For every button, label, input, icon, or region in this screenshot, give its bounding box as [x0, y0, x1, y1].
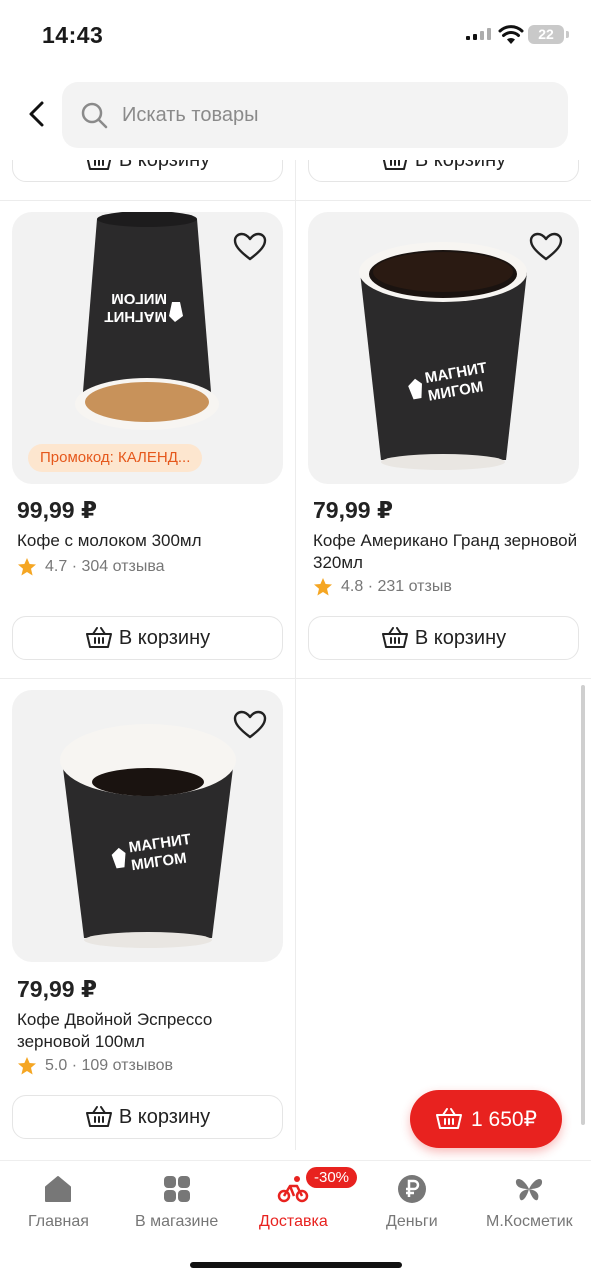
basket-icon [382, 160, 407, 170]
search-input[interactable] [122, 103, 522, 127]
cart-total-button[interactable]: 1 650₽ [410, 1090, 562, 1148]
add-to-cart-label: В корзину [414, 626, 507, 649]
add-to-cart-button[interactable]: В корзину [12, 160, 283, 182]
nav-item-in-store[interactable]: В магазине [135, 1173, 218, 1231]
product-grid: В корзину В корзину МАГНИТ МИГОМ [0, 160, 591, 1160]
basket-icon [381, 627, 408, 648]
add-to-cart-button[interactable]: В корзину [12, 616, 283, 660]
product-rating: 4.8 · 231 отзыв [313, 577, 452, 597]
add-to-cart-button[interactable]: В корзину [12, 1095, 283, 1139]
column-divider [295, 160, 296, 1150]
svg-text:МИГОМ: МИГОМ [111, 290, 167, 307]
nav-label: Доставка [259, 1213, 328, 1230]
rating-value: 4.8 [341, 578, 364, 595]
add-to-cart-label: В корзину [118, 1105, 211, 1128]
scrollbar[interactable] [581, 685, 585, 1125]
basket-icon [436, 1108, 463, 1129]
favorite-heart-icon[interactable] [233, 232, 267, 262]
product-rating: 4.7 · 304 отзыва [17, 557, 165, 577]
nav-item-home[interactable]: Главная [28, 1173, 89, 1231]
status-time: 14:43 [42, 22, 104, 48]
butterfly-icon [516, 1179, 543, 1201]
add-to-cart-button[interactable]: В корзину [308, 160, 579, 182]
nav-label: Главная [28, 1213, 89, 1230]
back-arrow-icon[interactable] [22, 98, 52, 130]
home-indicator [190, 1262, 402, 1268]
review-count: 109 отзывов [81, 1057, 174, 1074]
nav-label: В магазине [135, 1213, 219, 1230]
add-to-cart-button[interactable]: В корзину [308, 616, 579, 660]
nav-item-cosmetics[interactable]: М.Косметик [486, 1173, 573, 1231]
product-price: 79,99 ₽ [17, 976, 97, 1002]
basket-icon [86, 160, 111, 170]
basket-icon [85, 1106, 112, 1127]
svg-text:МАГНИТ: МАГНИТ [104, 308, 167, 325]
add-to-cart-label: В корзину [415, 160, 506, 172]
bike-icon [278, 1176, 309, 1203]
product-name: Кофе Двойной Эспрессо зерновой 100мл [17, 1010, 213, 1051]
product-name: Кофе с молоком 300мл [17, 531, 202, 550]
product-name: Кофе Американо Гранд зерновой 320мл [313, 531, 578, 572]
rating-value: 4.7 [45, 558, 68, 575]
promo-badge: Промокод: КАЛЕНД... [28, 444, 203, 472]
nav-item-money[interactable]: Деньги [386, 1173, 438, 1231]
star-icon [18, 558, 36, 576]
nav-label: Деньги [386, 1213, 438, 1230]
discount-badge: -30% [306, 1167, 358, 1188]
nav-label: М.Косметик [486, 1213, 573, 1230]
ruble-icon [397, 1175, 426, 1203]
product-price: 79,99 ₽ [313, 497, 393, 523]
favorite-heart-icon[interactable] [529, 232, 563, 262]
cart-total-label: 1 650₽ [471, 1107, 537, 1131]
battery-indicator: 22 [528, 25, 569, 44]
add-to-cart-label: В корзину [118, 626, 211, 649]
header [0, 70, 591, 160]
wifi-icon [498, 25, 524, 44]
status-bar: 14:43 22 [0, 0, 591, 70]
home-icon [45, 1176, 72, 1202]
star-icon [18, 1057, 36, 1075]
row-divider [0, 678, 591, 679]
product-rating: 5.0 · 109 отзывов [17, 1056, 173, 1076]
review-count: 231 отзыв [377, 578, 452, 595]
basket-icon [85, 627, 112, 648]
search-bar[interactable] [62, 82, 568, 148]
search-icon [81, 102, 108, 129]
add-to-cart-label: В корзину [119, 160, 210, 172]
review-count: 304 отзыва [81, 558, 165, 575]
rating-value: 5.0 [45, 1057, 68, 1074]
favorite-heart-icon[interactable] [233, 710, 267, 740]
grid-icon [163, 1176, 190, 1202]
cellular-signal-icon [466, 28, 491, 40]
star-icon [314, 578, 332, 596]
product-price: 99,99 ₽ [17, 497, 97, 523]
